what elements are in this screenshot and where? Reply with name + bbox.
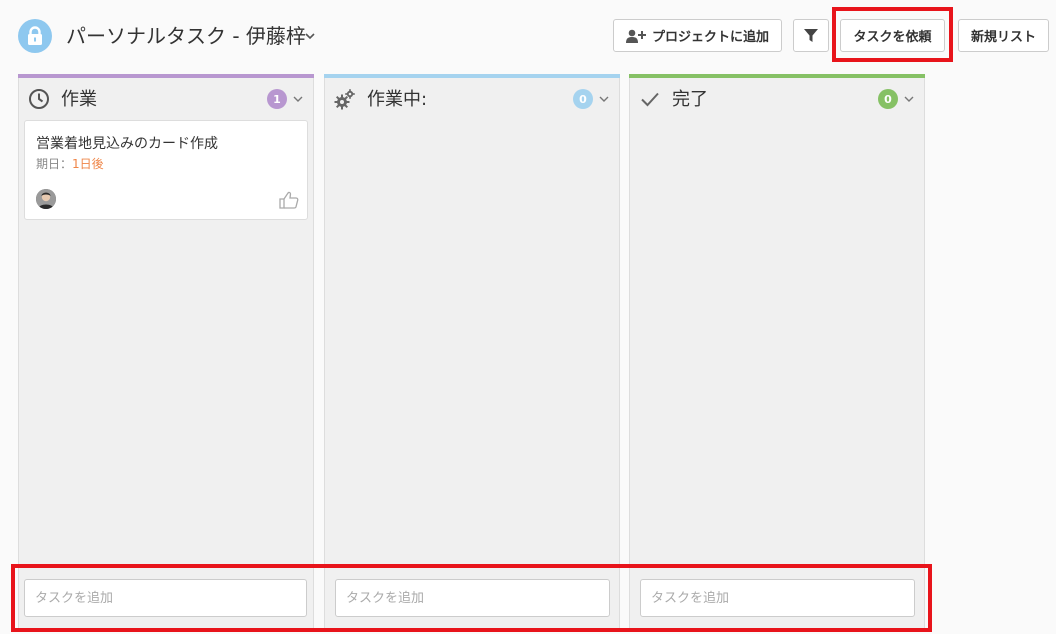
add-task-input[interactable] [24,579,307,617]
chevron-down-icon[interactable] [292,93,304,105]
page-title: パーソナルタスク - 伊藤梓 [66,24,306,48]
request-task-button[interactable]: タスクを依頼 [840,19,945,52]
count-badge: 0 [573,89,593,109]
list-column-done: 完了 0 [629,74,925,630]
new-list-button[interactable]: 新規リスト [958,19,1049,52]
column-title: 完了 [672,89,708,110]
column-header: 完了 0 [630,78,924,118]
clock-icon [29,89,49,109]
add-task-input[interactable] [640,579,915,617]
count-badge: 0 [878,89,898,109]
gears-icon [334,89,355,110]
avatar [36,189,56,209]
add-to-project-label: プロジェクトに追加 [651,30,769,45]
column-title: 作業中: [367,89,428,110]
board-header: パーソナルタスク - 伊藤梓 プロジェクトに追加 タスクを依頼 新規リスト [0,0,1056,72]
task-title: 営業着地見込みのカード作成 [36,136,218,152]
column-header: 作業中: 0 [325,78,619,118]
chevron-down-icon[interactable] [302,28,318,44]
filter-button[interactable] [793,19,829,52]
filter-icon [804,28,818,42]
due-label: 期日： [36,157,73,171]
check-icon [641,92,659,107]
request-task-label: タスクを依頼 [853,30,932,45]
add-to-project-button[interactable]: プロジェクトに追加 [613,19,782,52]
count-badge: 1 [267,89,287,109]
task-card[interactable]: 営業着地見込みのカード作成 期日：1日後 [24,120,308,220]
task-due-date: 期日：1日後 [36,155,104,172]
due-value: 1日後 [72,157,104,171]
column-title: 作業 [61,89,97,110]
add-task-input[interactable] [335,579,610,617]
new-list-label: 新規リスト [970,30,1036,45]
add-user-icon [625,29,646,43]
chevron-down-icon[interactable] [598,93,610,105]
thumbs-up-icon[interactable] [279,191,299,209]
list-column-in-progress: 作業中: 0 [324,74,620,630]
list-column-todo: 作業 1 営業着地見込みのカード作成 期日：1日後 [18,74,314,630]
lock-icon [18,19,52,53]
column-header: 作業 1 [19,78,313,118]
chevron-down-icon[interactable] [903,93,915,105]
